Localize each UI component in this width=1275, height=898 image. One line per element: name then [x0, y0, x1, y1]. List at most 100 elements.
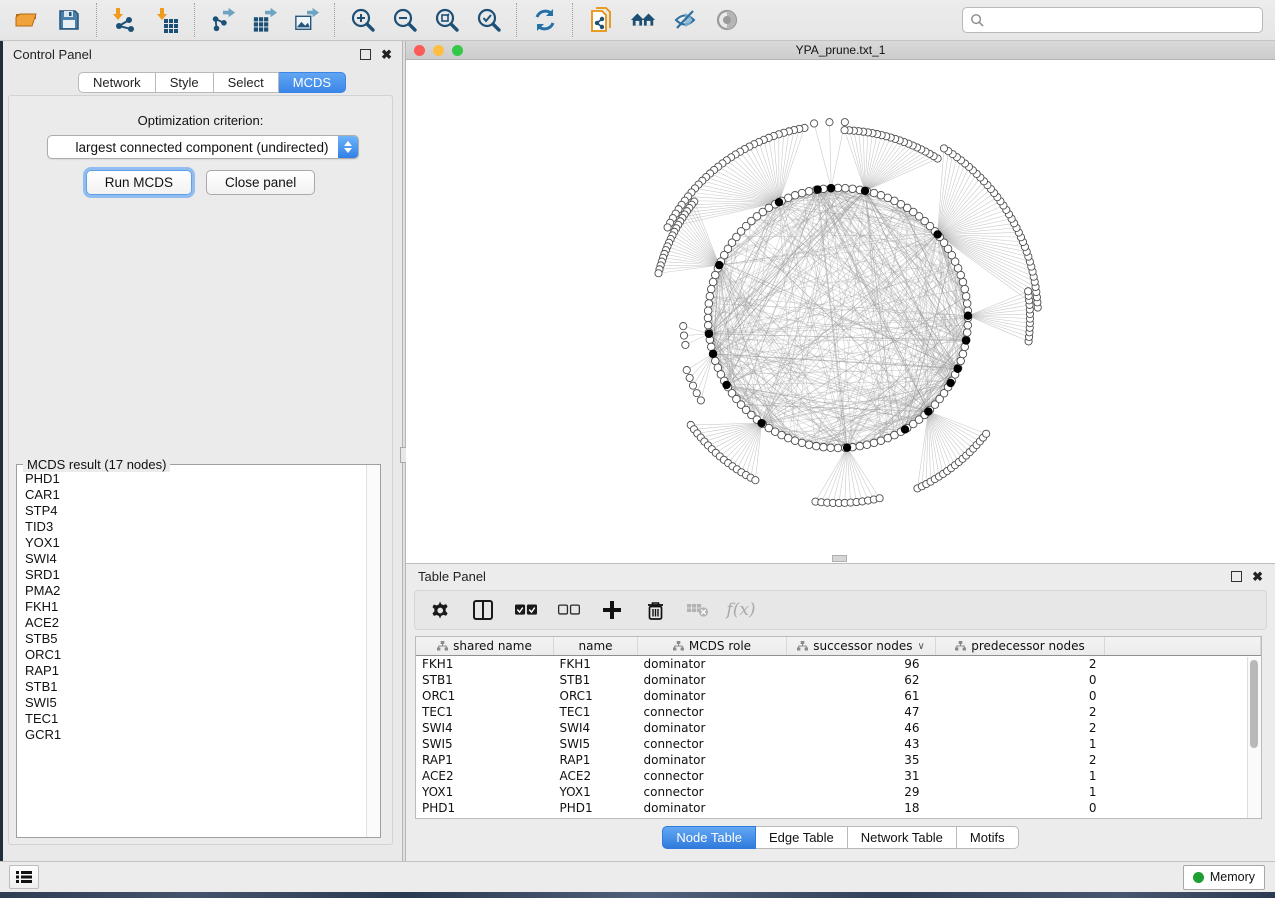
- network-node[interactable]: [798, 439, 806, 447]
- network-node[interactable]: [877, 191, 885, 199]
- cell-successor-nodes[interactable]: 18: [787, 800, 936, 816]
- close-panel-icon[interactable]: ✖: [381, 50, 392, 59]
- table-row[interactable]: FKH1FKH1dominator962: [416, 656, 1261, 673]
- table-row[interactable]: ACE2ACE2connector311: [416, 768, 1261, 784]
- zoom-in-icon[interactable]: [350, 7, 376, 33]
- cell-name[interactable]: SWI4: [554, 720, 638, 736]
- delete-rows-icon[interactable]: [644, 599, 666, 621]
- table-row[interactable]: PHD1PHD1dominator180: [416, 800, 1261, 816]
- network-leaf-node[interactable]: [752, 477, 759, 484]
- network-leaf-node[interactable]: [940, 145, 947, 152]
- mcds-hub-node[interactable]: [705, 330, 713, 338]
- network-node[interactable]: [704, 307, 712, 315]
- zoom-fit-icon[interactable]: [434, 7, 460, 33]
- cell-shared-name[interactable]: RAP1: [416, 752, 554, 768]
- tab-style[interactable]: Style: [156, 72, 214, 93]
- network-node[interactable]: [841, 184, 849, 192]
- tab-edge-table[interactable]: Edge Table: [756, 826, 848, 849]
- network-node[interactable]: [959, 278, 967, 286]
- cell-successor-nodes[interactable]: 96: [787, 656, 936, 673]
- mcds-result-item[interactable]: SWI5: [18, 695, 366, 711]
- select-all-rows-icon[interactable]: [515, 599, 537, 621]
- cell-successor-nodes[interactable]: 47: [787, 704, 936, 720]
- mcds-result-item[interactable]: ACE2: [18, 615, 366, 631]
- mcds-result-item[interactable]: RAP1: [18, 663, 366, 679]
- network-node[interactable]: [962, 292, 970, 300]
- network-node[interactable]: [863, 441, 871, 449]
- cell-MCDS-role[interactable]: dominator: [638, 720, 787, 736]
- cell-successor-nodes[interactable]: 31: [787, 768, 936, 784]
- import-network-icon[interactable]: [112, 7, 138, 33]
- cell-successor-nodes[interactable]: 46: [787, 720, 936, 736]
- cell-predecessor-nodes[interactable]: 2: [936, 656, 1105, 673]
- mcds-hub-node[interactable]: [962, 336, 970, 344]
- cell-shared-name[interactable]: ORC1: [416, 688, 554, 704]
- add-column-icon[interactable]: [472, 599, 494, 621]
- network-node[interactable]: [963, 300, 971, 308]
- run-mcds-button[interactable]: Run MCDS: [86, 170, 192, 195]
- network-node[interactable]: [963, 329, 971, 337]
- cell-MCDS-role[interactable]: connector: [638, 768, 787, 784]
- float-table-panel-icon[interactable]: [1231, 571, 1242, 582]
- cell-predecessor-nodes[interactable]: 2: [936, 720, 1105, 736]
- cell-predecessor-nodes[interactable]: 0: [936, 672, 1105, 688]
- cell-MCDS-role[interactable]: dominator: [638, 752, 787, 768]
- mcds-hub-node[interactable]: [709, 350, 717, 358]
- mcds-hub-node[interactable]: [843, 443, 851, 451]
- cell-shared-name[interactable]: PHD1: [416, 800, 554, 816]
- network-node[interactable]: [957, 357, 965, 365]
- network-node[interactable]: [798, 189, 806, 197]
- cell-name[interactable]: YOX1: [554, 784, 638, 800]
- mcds-result-item[interactable]: PHD1: [18, 471, 366, 487]
- network-leaf-node[interactable]: [811, 120, 818, 127]
- cell-predecessor-nodes[interactable]: 2: [936, 704, 1105, 720]
- mcds-result-scrollbar[interactable]: [366, 465, 380, 837]
- table-row[interactable]: TEC1TEC1connector472: [416, 704, 1261, 720]
- mcds-result-item[interactable]: SRD1: [18, 567, 366, 583]
- network-leaf-node[interactable]: [682, 341, 689, 348]
- search-field[interactable]: [962, 7, 1263, 33]
- tab-motifs[interactable]: Motifs: [957, 826, 1019, 849]
- mcds-result-item[interactable]: YOX1: [18, 535, 366, 551]
- cell-shared-name[interactable]: ACE2: [416, 768, 554, 784]
- table-row[interactable]: STB1STB1dominator620: [416, 672, 1261, 688]
- cell-name[interactable]: SWI5: [554, 736, 638, 752]
- network-node[interactable]: [805, 187, 813, 195]
- network-node[interactable]: [791, 437, 799, 445]
- table-row[interactable]: ORC1ORC1dominator610: [416, 688, 1261, 704]
- cell-MCDS-role[interactable]: connector: [638, 704, 787, 720]
- mcds-hub-node[interactable]: [775, 198, 783, 206]
- cell-predecessor-nodes[interactable]: 1: [936, 736, 1105, 752]
- cell-successor-nodes[interactable]: 43: [787, 736, 936, 752]
- open-folder-icon[interactable]: [14, 7, 40, 33]
- cell-shared-name[interactable]: SWI5: [416, 736, 554, 752]
- network-node[interactable]: [961, 285, 969, 293]
- cell-predecessor-nodes[interactable]: 0: [936, 800, 1105, 816]
- network-leaf-node[interactable]: [680, 332, 687, 339]
- mcds-hub-node[interactable]: [722, 381, 730, 389]
- network-leaf-node[interactable]: [689, 382, 696, 389]
- cell-name[interactable]: FKH1: [554, 656, 638, 673]
- task-history-button[interactable]: [9, 865, 39, 889]
- horizontal-splitter-grip[interactable]: [832, 555, 847, 562]
- table-scrollbar-thumb[interactable]: [1250, 660, 1258, 748]
- tab-network-table[interactable]: Network Table: [848, 826, 957, 849]
- network-node[interactable]: [870, 439, 878, 447]
- column-header-shared-name[interactable]: shared name: [416, 637, 554, 656]
- tab-network[interactable]: Network: [78, 72, 156, 93]
- cell-shared-name[interactable]: TEC1: [416, 704, 554, 720]
- network-node[interactable]: [959, 350, 967, 358]
- cell-name[interactable]: ORC1: [554, 688, 638, 704]
- zoom-out-icon[interactable]: [392, 7, 418, 33]
- cell-shared-name[interactable]: SWI4: [416, 720, 554, 736]
- mcds-result-item[interactable]: TEC1: [18, 711, 366, 727]
- cell-shared-name[interactable]: STB1: [416, 672, 554, 688]
- table-row[interactable]: SWI4SWI4dominator462: [416, 720, 1261, 736]
- network-leaf-node[interactable]: [1025, 288, 1032, 295]
- network-leaf-node[interactable]: [841, 127, 848, 134]
- houses-icon[interactable]: [630, 7, 656, 33]
- network-node[interactable]: [820, 443, 828, 451]
- cell-shared-name[interactable]: FKH1: [416, 656, 554, 673]
- cell-shared-name[interactable]: YOX1: [416, 784, 554, 800]
- network-leaf-node[interactable]: [693, 390, 700, 397]
